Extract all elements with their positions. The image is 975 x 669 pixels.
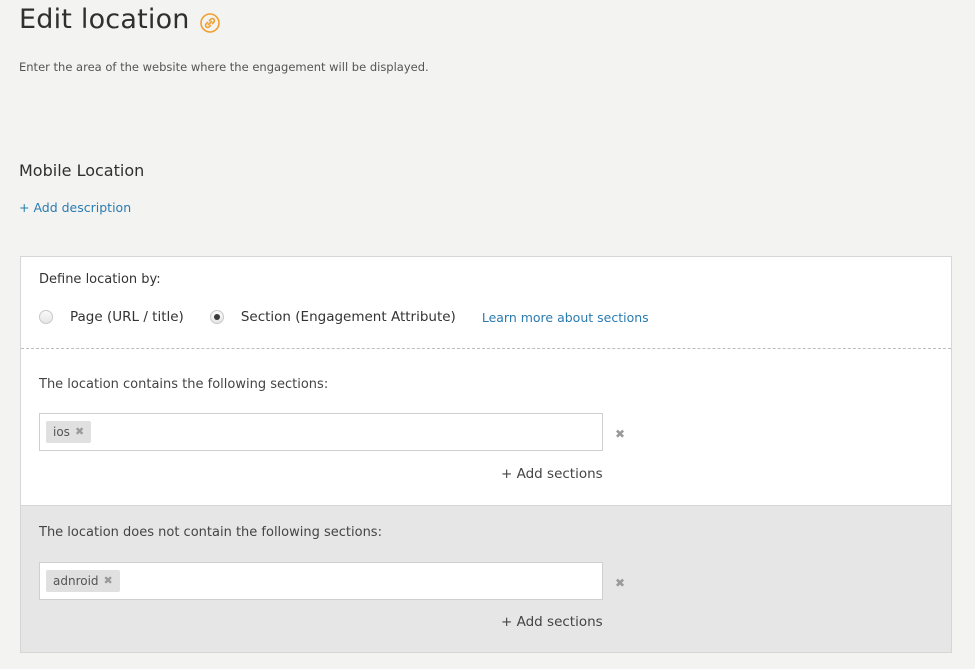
includes-label: The location contains the following sect… (39, 377, 329, 392)
radio-section-label[interactable]: Section (Engagement Attribute) (241, 309, 456, 325)
excludes-tag-input[interactable]: adnroid ✖ (39, 562, 603, 600)
radio-section[interactable] (209, 310, 224, 324)
excludes-area: The location does not contain the follow… (21, 505, 951, 652)
add-description-link[interactable]: + Add description (19, 200, 131, 215)
radio-page-label[interactable]: Page (URL / title) (70, 309, 184, 325)
remove-tag-icon[interactable]: ✖ (104, 570, 113, 592)
clear-excludes-icon[interactable]: ✖ (615, 576, 625, 590)
remove-tag-icon[interactable]: ✖ (75, 421, 84, 443)
tag-label: adnroid (53, 574, 99, 588)
page-title: Edit location (19, 4, 190, 35)
link-icon[interactable] (199, 12, 220, 33)
location-name: Mobile Location (19, 161, 145, 180)
radio-page[interactable] (39, 310, 53, 324)
tag-adnroid: adnroid ✖ (46, 570, 120, 592)
learn-more-sections-link[interactable]: Learn more about sections (482, 310, 649, 325)
page-subtitle: Enter the area of the website where the … (19, 60, 429, 74)
divider (21, 348, 951, 349)
excludes-label: The location does not contain the follow… (39, 525, 382, 540)
add-sections-excludes[interactable]: + Add sections (501, 614, 603, 630)
tag-label: ios (53, 425, 70, 439)
location-panel: Define location by: Page (URL / title) S… (20, 256, 952, 653)
tag-ios: ios ✖ (46, 421, 92, 443)
define-location-label: Define location by: (39, 272, 161, 287)
add-sections-includes[interactable]: + Add sections (501, 466, 603, 482)
includes-tag-input[interactable]: ios ✖ (39, 413, 603, 451)
title-row: Edit location (19, 4, 220, 35)
clear-includes-icon[interactable]: ✖ (615, 427, 625, 441)
definition-radio-group: Page (URL / title) Section (Engagement A… (39, 309, 649, 325)
